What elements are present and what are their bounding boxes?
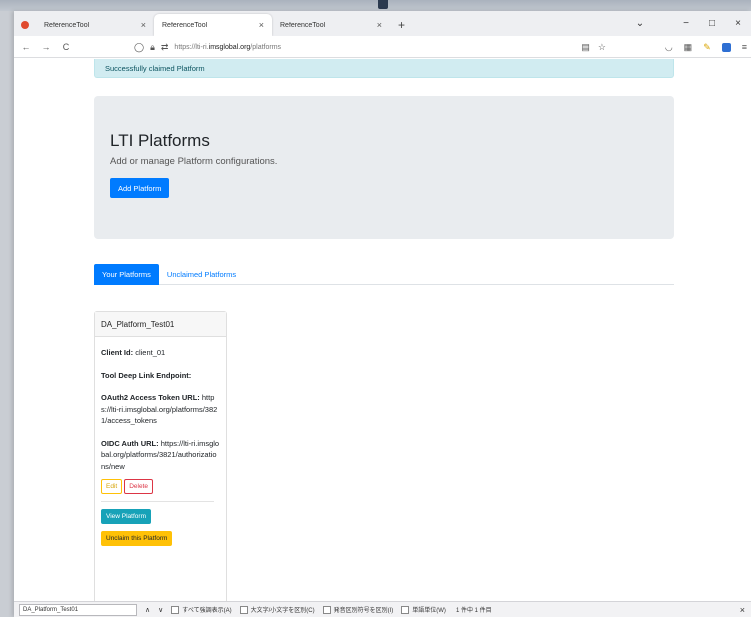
lock-icon[interactable]: 🔒︎ <box>150 42 155 53</box>
success-alert: Successfully claimed Platform <box>94 59 674 78</box>
bookmark-star-icon[interactable]: ☆ <box>598 42 606 53</box>
tab-close-icon[interactable]: × <box>255 20 264 30</box>
checkbox-box[interactable] <box>239 605 248 614</box>
find-next-button[interactable]: ∨ <box>158 606 163 614</box>
tab-your-platforms[interactable]: Your Platforms <box>94 264 159 285</box>
client-id-value: client_01 <box>135 348 166 357</box>
platform-card-title: DA_Platform_Test01 <box>95 312 226 337</box>
url-domain: imsglobal.org <box>208 43 251 51</box>
forward-button[interactable]: → <box>38 42 54 52</box>
desktop-notch <box>378 0 388 9</box>
firefox-view-icon[interactable] <box>14 14 36 36</box>
url-path: /platforms <box>250 43 282 51</box>
highlight-all-checkbox[interactable]: すべて強調表示(A) <box>171 605 232 614</box>
jumbotron: LTI Platforms Add or manage Platform con… <box>94 96 674 239</box>
checkbox-label: すべて強調表示(A) <box>182 608 232 614</box>
broom-extension-icon[interactable]: ✎ <box>703 42 711 53</box>
tab-title: ReferenceTool <box>44 21 90 29</box>
match-diacritics-checkbox[interactable]: 発音区別符号を区別(I) <box>322 605 394 614</box>
tab-close-icon[interactable]: × <box>137 20 146 30</box>
browser-window: ReferenceTool × ReferenceTool × Referenc… <box>14 11 751 617</box>
window-controls: ⌄ − □ × <box>627 11 751 36</box>
url-bar[interactable]: ◯ 🔒︎ ⇄ https://lti-ri. imsglobal.org/plat… <box>134 36 604 58</box>
oidc-field: OIDC Auth URL: https://lti-ri.imsglobal.… <box>101 438 220 473</box>
shield-icon[interactable]: ◯ <box>134 42 144 53</box>
desktop-top-strip <box>0 0 751 11</box>
page-title: LTI Platforms <box>110 131 210 150</box>
connection-icon[interactable]: ⇄ <box>161 42 169 53</box>
whole-words-checkbox[interactable]: 単語単位(W) <box>401 605 446 614</box>
oauth-label: OAuth2 Access Token URL: <box>101 393 200 402</box>
tab-title: ReferenceTool <box>280 21 326 29</box>
browser-tab-3[interactable]: ReferenceTool × <box>272 14 390 36</box>
checkbox-label: 大文字/小文字を区別(C) <box>250 608 315 614</box>
tab-title: ReferenceTool <box>162 21 208 29</box>
reload-button[interactable]: C <box>58 42 74 52</box>
menu-icon[interactable]: ≡ <box>742 42 747 52</box>
extension-badge-icon[interactable] <box>721 42 731 52</box>
translate-icon[interactable]: ▤ <box>581 42 590 53</box>
checkbox-box[interactable] <box>171 605 180 614</box>
url-bar-actions: ▤ ☆ <box>573 36 606 58</box>
find-result-count: 1 件中 1 件目 <box>455 608 492 614</box>
deep-link-label: Tool Deep Link Endpoint: <box>101 370 192 380</box>
checkbox-box[interactable] <box>322 605 331 614</box>
platform-card: DA_Platform_Test01 Client Id: client_01 … <box>94 311 227 601</box>
client-id-label: Client Id: <box>101 348 134 357</box>
platform-tabs: Your Platforms Unclaimed Platforms <box>94 264 674 285</box>
oidc-label: OIDC Auth URL: <box>101 438 159 448</box>
checkbox-label: 発音区別符号を区別(I) <box>333 608 394 614</box>
view-platform-button[interactable]: View Platform <box>101 509 151 524</box>
card-action-row: Edit Delete <box>101 479 220 494</box>
translate-extension-icon[interactable]: ▦ <box>684 42 693 53</box>
platform-card-body: Client Id: client_01 Tool Deep Link Endp… <box>95 337 226 546</box>
edit-button[interactable]: Edit <box>101 479 123 494</box>
close-window-button[interactable]: × <box>725 18 751 29</box>
find-previous-button[interactable]: ∧ <box>145 606 150 614</box>
toolbar-extensions: ◡ ▦ ✎ ≡ <box>654 36 747 58</box>
checkbox-box[interactable] <box>401 605 410 614</box>
find-close-icon[interactable]: × <box>740 605 745 615</box>
page-content: Successfully claimed Platform LTI Platfo… <box>14 59 751 601</box>
new-tab-button[interactable]: + <box>390 14 413 36</box>
back-button[interactable]: ← <box>18 42 34 52</box>
find-bar: DA_Platform_Test01 ∧ ∨ すべて強調表示(A) 大文字/小文… <box>14 601 751 617</box>
page-lead: Add or manage Platform configurations. <box>110 156 278 167</box>
checkbox-label: 単語単位(W) <box>412 608 446 614</box>
navigation-bar: ← → C ◯ 🔒︎ ⇄ https://lti-ri. imsglobal.or… <box>14 36 751 58</box>
minimize-button[interactable]: − <box>673 18 699 29</box>
delete-button[interactable]: Delete <box>124 479 153 494</box>
find-input[interactable]: DA_Platform_Test01 <box>19 603 137 616</box>
deep-link-field: Tool Deep Link Endpoint: <box>101 370 220 382</box>
maximize-button[interactable]: □ <box>699 18 725 29</box>
add-platform-button[interactable]: Add Platform <box>110 178 170 198</box>
tab-list-dropdown-icon[interactable]: ⌄ <box>627 18 653 29</box>
browser-tab-1[interactable]: ReferenceTool × <box>36 14 154 36</box>
oauth-field: OAuth2 Access Token URL: https://lti-ri.… <box>101 392 220 427</box>
tab-bar: ReferenceTool × ReferenceTool × Referenc… <box>14 11 751 36</box>
client-id-field: Client Id: client_01 <box>101 347 220 359</box>
browser-tab-2-active[interactable]: ReferenceTool × <box>154 14 272 36</box>
url-prefix: https://lti-ri. <box>174 43 209 51</box>
tab-unclaimed-platforms[interactable]: Unclaimed Platforms <box>159 264 244 285</box>
tab-close-icon[interactable]: × <box>373 20 382 30</box>
match-case-checkbox[interactable]: 大文字/小文字を区別(C) <box>239 605 315 614</box>
unclaim-platform-button[interactable]: Unclaim this Platform <box>101 531 173 546</box>
pocket-icon[interactable]: ◡ <box>665 42 673 53</box>
card-divider <box>101 501 214 502</box>
